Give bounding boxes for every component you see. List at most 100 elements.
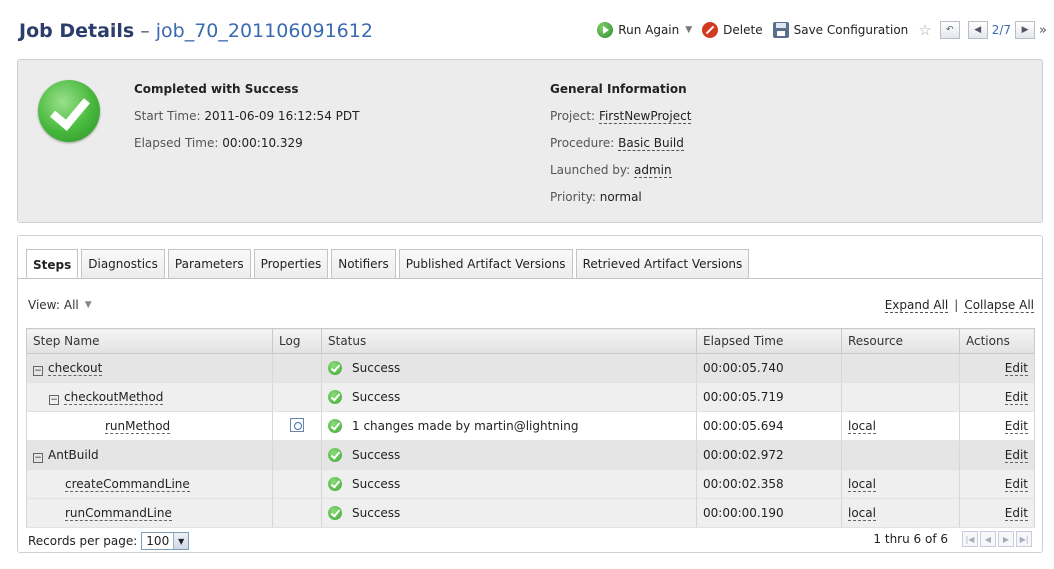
project-row: Project: FirstNewProject xyxy=(550,103,692,130)
column-header-step-name[interactable]: Step Name xyxy=(26,328,273,354)
collapse-toggle-icon[interactable]: − xyxy=(49,394,59,405)
back-icon[interactable]: ↶ xyxy=(939,21,960,39)
play-icon xyxy=(597,22,614,38)
step-name-link[interactable]: checkoutMethod xyxy=(64,389,164,405)
status-text: Success xyxy=(352,390,401,404)
run-again-button[interactable]: Run Again ▼ xyxy=(597,22,692,38)
job-pager-count: 2/7 xyxy=(991,23,1012,37)
table-row: runMethod 1 changes made by martin@light… xyxy=(26,411,1035,441)
page-title-text: Job Details xyxy=(19,20,135,42)
job-pager: ◀ 2/7 ▶ » xyxy=(967,21,1047,39)
delete-button[interactable]: Delete xyxy=(702,22,763,38)
toolbar: Run Again ▼ Delete Save Configuration ☆ … xyxy=(597,21,1047,39)
edit-link[interactable]: Edit xyxy=(1004,506,1028,521)
step-name-link[interactable]: runCommandLine xyxy=(65,506,172,521)
status-text: Success xyxy=(352,506,401,520)
column-header-resource[interactable]: Resource xyxy=(841,328,960,354)
collapse-toggle-icon[interactable]: − xyxy=(33,452,43,463)
resource-cell xyxy=(841,353,960,383)
step-name-link[interactable]: checkout xyxy=(48,360,103,376)
elapsed-time-value: 00:00:10.329 xyxy=(222,136,303,150)
column-header-elapsed-time[interactable]: Elapsed Time xyxy=(696,328,842,354)
tab-published-artifact-versions[interactable]: Published Artifact Versions xyxy=(398,249,573,278)
table-pager: 1 thru 6 of 6 |◀ ◀ ▶ ▶| xyxy=(873,531,1032,547)
procedure-row: Procedure: Basic Build xyxy=(550,130,691,157)
column-header-log[interactable]: Log xyxy=(272,328,322,354)
column-header-status[interactable]: Status xyxy=(321,328,697,354)
expand-collapse-controls: Expand All | Collapse All xyxy=(884,298,1034,313)
previous-job-button[interactable]: ◀ xyxy=(967,21,988,39)
status-text: Success xyxy=(352,448,401,462)
elapsed-cell: 00:00:05.740 xyxy=(696,353,842,383)
records-per-page-select[interactable]: 100 ▼ xyxy=(141,532,190,550)
view-filter[interactable]: View: All ▼ xyxy=(28,298,92,312)
priority-row: Priority: normal xyxy=(550,184,691,211)
collapse-all-link[interactable]: Collapse All xyxy=(964,298,1034,313)
actions-cell: Edit xyxy=(959,382,1035,412)
edit-link[interactable]: Edit xyxy=(1004,390,1028,405)
step-name-text[interactable]: AntBuild xyxy=(48,448,99,462)
next-job-button[interactable]: ▶ xyxy=(1015,21,1036,39)
log-file-icon[interactable] xyxy=(290,417,304,432)
next-page-icon[interactable]: ▶ xyxy=(998,531,1014,547)
log-cell xyxy=(272,440,322,470)
resource-link[interactable]: local xyxy=(848,477,876,492)
tab-parameters[interactable]: Parameters xyxy=(167,249,251,278)
tab-properties[interactable]: Properties xyxy=(253,249,329,278)
column-header-actions[interactable]: Actions xyxy=(959,328,1035,354)
log-cell xyxy=(272,498,322,528)
tab-notifiers[interactable]: Notifiers xyxy=(331,249,396,278)
edit-link[interactable]: Edit xyxy=(1004,477,1028,492)
save-configuration-button[interactable]: Save Configuration xyxy=(772,22,908,38)
start-time-label: Start Time: xyxy=(134,109,201,123)
log-cell xyxy=(272,411,322,441)
tab-steps[interactable]: Steps xyxy=(26,249,79,279)
expand-collapse-separator: | xyxy=(954,298,959,312)
tab-divider xyxy=(18,278,1042,279)
view-label: View: xyxy=(28,298,60,312)
launched-by-label: Launched by: xyxy=(550,163,631,177)
launched-by-link[interactable]: admin xyxy=(633,163,672,178)
project-link[interactable]: FirstNewProject xyxy=(598,109,692,124)
expand-all-link[interactable]: Expand All xyxy=(884,298,949,313)
step-name-link[interactable]: createCommandLine xyxy=(65,477,190,492)
previous-page-icon[interactable]: ◀ xyxy=(980,531,996,547)
procedure-label: Procedure: xyxy=(550,136,615,150)
edit-link[interactable]: Edit xyxy=(1004,448,1028,463)
edit-link[interactable]: Edit xyxy=(1004,419,1028,434)
elapsed-cell: 00:00:05.719 xyxy=(696,382,842,412)
tab-diagnostics[interactable]: Diagnostics xyxy=(81,249,165,278)
more-options-icon[interactable]: » xyxy=(1039,23,1047,38)
log-cell xyxy=(272,469,322,499)
actions-cell: Edit xyxy=(959,498,1035,528)
star-icon[interactable]: ☆ xyxy=(918,21,931,39)
steps-table: Step Name Log Status Elapsed Time Resour… xyxy=(26,328,1035,528)
records-per-page: Records per page: 100 ▼ xyxy=(28,532,190,550)
collapse-toggle-icon[interactable]: − xyxy=(33,365,43,376)
tab-retrieved-artifact-versions[interactable]: Retrieved Artifact Versions xyxy=(575,249,750,278)
status-text: 1 changes made by martin@lightning xyxy=(352,419,579,433)
resource-link[interactable]: local xyxy=(848,506,876,521)
step-name-link[interactable]: runMethod xyxy=(105,419,171,434)
elapsed-time-label: Elapsed Time: xyxy=(134,136,219,150)
start-time-row: Start Time: 2011-06-09 16:12:54 PDT xyxy=(134,103,359,130)
elapsed-time-row: Elapsed Time: 00:00:10.329 xyxy=(134,130,359,157)
status-cell: 1 changes made by martin@lightning xyxy=(321,411,697,441)
table-row: − checkoutMethod Success 00:00:05.719 Edi… xyxy=(26,382,1035,412)
procedure-link[interactable]: Basic Build xyxy=(618,136,684,151)
step-name-cell: runCommandLine xyxy=(26,498,273,528)
first-page-icon[interactable]: |◀ xyxy=(962,531,978,547)
log-cell xyxy=(272,382,322,412)
last-page-icon[interactable]: ▶| xyxy=(1016,531,1032,547)
resource-link[interactable]: local xyxy=(848,419,876,434)
elapsed-cell: 00:00:02.358 xyxy=(696,469,842,499)
resource-cell: local xyxy=(841,498,960,528)
step-name-cell: − checkoutMethod xyxy=(26,382,273,412)
general-information-heading: General Information xyxy=(550,82,687,96)
save-icon xyxy=(772,22,789,38)
table-row: runCommandLine Success 00:00:00.190 loca… xyxy=(26,498,1035,528)
edit-link[interactable]: Edit xyxy=(1004,361,1028,376)
job-name: job_70_201106091612 xyxy=(155,20,373,42)
chevron-down-icon[interactable]: ▼ xyxy=(685,25,692,35)
priority-label: Priority: xyxy=(550,190,596,204)
